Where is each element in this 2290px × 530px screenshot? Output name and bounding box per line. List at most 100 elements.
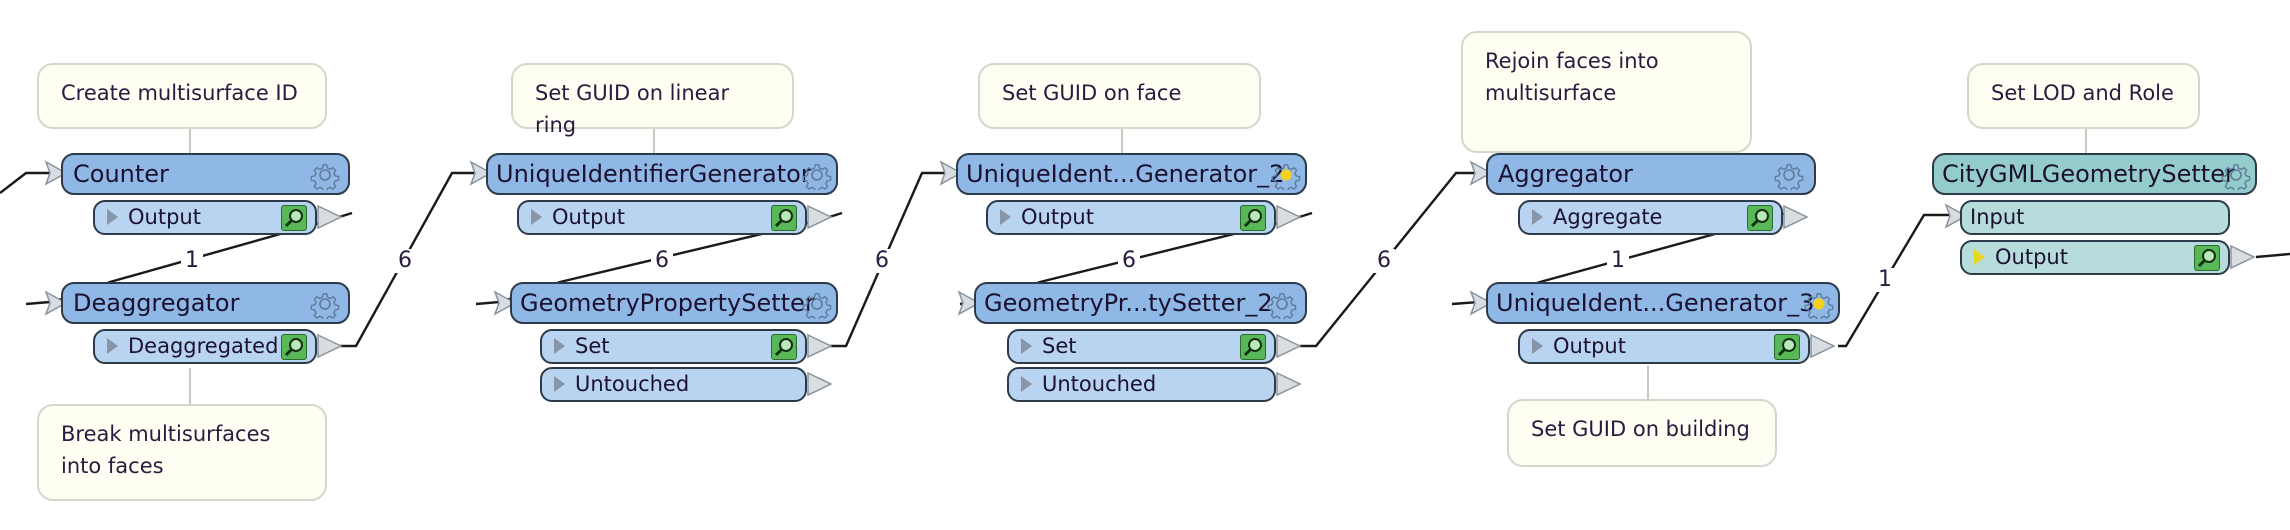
- transformer-header[interactable]: CityGMLGeometrySetter: [1932, 153, 2257, 195]
- output-port[interactable]: Deaggregated: [93, 329, 317, 364]
- output-port[interactable]: Output: [1518, 329, 1810, 364]
- feature-count: 1: [1874, 268, 1896, 292]
- output-port-arrow-icon[interactable]: [317, 204, 343, 230]
- gear-icon[interactable]: [1774, 160, 1804, 190]
- port-label: Output: [552, 205, 625, 229]
- transformer-name: UniqueIdentifierGenerator: [496, 160, 811, 188]
- transformer-header[interactable]: UniqueIdent...Generator_2: [956, 153, 1307, 195]
- transformer-name: Counter: [73, 160, 169, 188]
- feature-count: 6: [1118, 249, 1140, 273]
- transformer-name: GeometryPropertySetter: [520, 289, 815, 317]
- feature-count: 6: [394, 249, 416, 273]
- gear-icon[interactable]: [2221, 160, 2251, 190]
- expand-triangle-icon[interactable]: [1021, 338, 1032, 354]
- annotation[interactable]: Set GUID on building: [1507, 366, 1777, 467]
- annotation[interactable]: Create multisurface ID: [37, 63, 327, 153]
- transformer-header[interactable]: Counter: [61, 153, 350, 195]
- output-port-arrow-icon[interactable]: [1276, 204, 1302, 230]
- transformer-header[interactable]: UniqueIdentifierGenerator: [486, 153, 838, 195]
- expand-triangle-icon[interactable]: [1000, 209, 1011, 225]
- connection-line[interactable]: [0, 171, 50, 194]
- output-port[interactable]: Untouched: [540, 367, 807, 402]
- annotation[interactable]: Rejoin faces into multisurface: [1461, 31, 1752, 153]
- transformer-header[interactable]: UniqueIdent...Generator_3: [1486, 282, 1840, 324]
- output-port-arrow-icon[interactable]: [807, 333, 833, 359]
- gear-icon[interactable]: [310, 289, 340, 319]
- connection-line[interactable]: [2255, 252, 2290, 259]
- output-port-arrow-icon[interactable]: [807, 371, 833, 397]
- annotation-stem: [653, 129, 655, 153]
- inspect-icon[interactable]: [771, 334, 797, 360]
- expand-triangle-icon[interactable]: [1974, 249, 1985, 265]
- gear-icon[interactable]: [1267, 289, 1297, 319]
- annotation[interactable]: Set LOD and Role: [1967, 63, 2200, 153]
- output-port-arrow-icon[interactable]: [807, 204, 833, 230]
- transformer-header[interactable]: Aggregator: [1486, 153, 1816, 195]
- port-label: Untouched: [1042, 372, 1157, 396]
- annotation-stem: [1647, 366, 1649, 401]
- port-label: Output: [1995, 245, 2068, 269]
- transformer-header[interactable]: GeometryPropertySetter: [510, 282, 838, 324]
- inspect-icon[interactable]: [281, 334, 307, 360]
- gear-icon[interactable]: [802, 289, 832, 319]
- transformer-header[interactable]: Deaggregator: [61, 282, 350, 324]
- output-port[interactable]: Aggregate: [1518, 200, 1783, 235]
- expand-triangle-icon[interactable]: [554, 376, 565, 392]
- transformer-name: GeometryPr...tySetter_2: [984, 289, 1273, 317]
- output-port[interactable]: Set: [540, 329, 807, 364]
- input-port[interactable]: Input: [1960, 200, 2230, 235]
- annotation-text: Set GUID on face: [1002, 81, 1182, 105]
- output-port-arrow-icon[interactable]: [1276, 371, 1302, 397]
- transformer-name: UniqueIdent...Generator_2: [966, 160, 1285, 188]
- annotation-stem: [189, 368, 191, 406]
- annotation-stem: [2085, 129, 2087, 153]
- output-port[interactable]: Output: [1960, 240, 2230, 275]
- output-port-arrow-icon[interactable]: [1810, 333, 1836, 359]
- expand-triangle-icon[interactable]: [107, 209, 118, 225]
- output-port-arrow-icon[interactable]: [2230, 244, 2256, 270]
- feature-count: 1: [1607, 249, 1629, 273]
- expand-triangle-icon[interactable]: [107, 338, 118, 354]
- output-port-arrow-icon[interactable]: [1783, 204, 1809, 230]
- annotation-stem: [1121, 129, 1123, 153]
- annotation-text: Create multisurface ID: [61, 81, 298, 105]
- expand-triangle-icon[interactable]: [1532, 209, 1543, 225]
- feature-count: 6: [651, 249, 673, 273]
- annotation-text: Break multisurfaces into faces: [61, 422, 271, 478]
- port-label: Set: [575, 334, 610, 358]
- inspect-icon[interactable]: [281, 205, 307, 231]
- inspect-icon[interactable]: [771, 205, 797, 231]
- annotation[interactable]: Set GUID on linear ring: [511, 63, 794, 153]
- output-port[interactable]: Untouched: [1007, 367, 1276, 402]
- inspect-icon[interactable]: [1240, 205, 1266, 231]
- inspect-icon[interactable]: [1240, 334, 1266, 360]
- gear-modified-icon[interactable]: [1271, 160, 1301, 190]
- transformer-header[interactable]: GeometryPr...tySetter_2: [974, 282, 1307, 324]
- inspect-icon[interactable]: [1774, 334, 1800, 360]
- output-port[interactable]: Set: [1007, 329, 1276, 364]
- output-port-arrow-icon[interactable]: [1276, 333, 1302, 359]
- annotation[interactable]: Break multisurfaces into faces: [37, 368, 327, 501]
- port-label: Set: [1042, 334, 1077, 358]
- port-label: Input: [1970, 205, 2025, 229]
- port-label: Output: [1553, 334, 1626, 358]
- annotation[interactable]: Set GUID on face: [978, 63, 1261, 153]
- expand-triangle-icon[interactable]: [1532, 338, 1543, 354]
- annotation-text: Set GUID on linear ring: [535, 81, 730, 137]
- gear-modified-icon[interactable]: [1804, 289, 1834, 319]
- expand-triangle-icon[interactable]: [531, 209, 542, 225]
- expand-triangle-icon[interactable]: [554, 338, 565, 354]
- port-label: Aggregate: [1553, 205, 1663, 229]
- output-port-arrow-icon[interactable]: [317, 333, 343, 359]
- output-port[interactable]: Output: [986, 200, 1276, 235]
- transformer-name: Deaggregator: [73, 289, 240, 317]
- feature-count: 1: [181, 249, 203, 273]
- output-port[interactable]: Output: [517, 200, 807, 235]
- gear-icon[interactable]: [310, 160, 340, 190]
- inspect-icon[interactable]: [2194, 245, 2220, 271]
- expand-triangle-icon[interactable]: [1021, 376, 1032, 392]
- output-port[interactable]: Output: [93, 200, 317, 235]
- inspect-icon[interactable]: [1747, 205, 1773, 231]
- gear-icon[interactable]: [802, 160, 832, 190]
- annotation-text: Set LOD and Role: [1991, 81, 2174, 105]
